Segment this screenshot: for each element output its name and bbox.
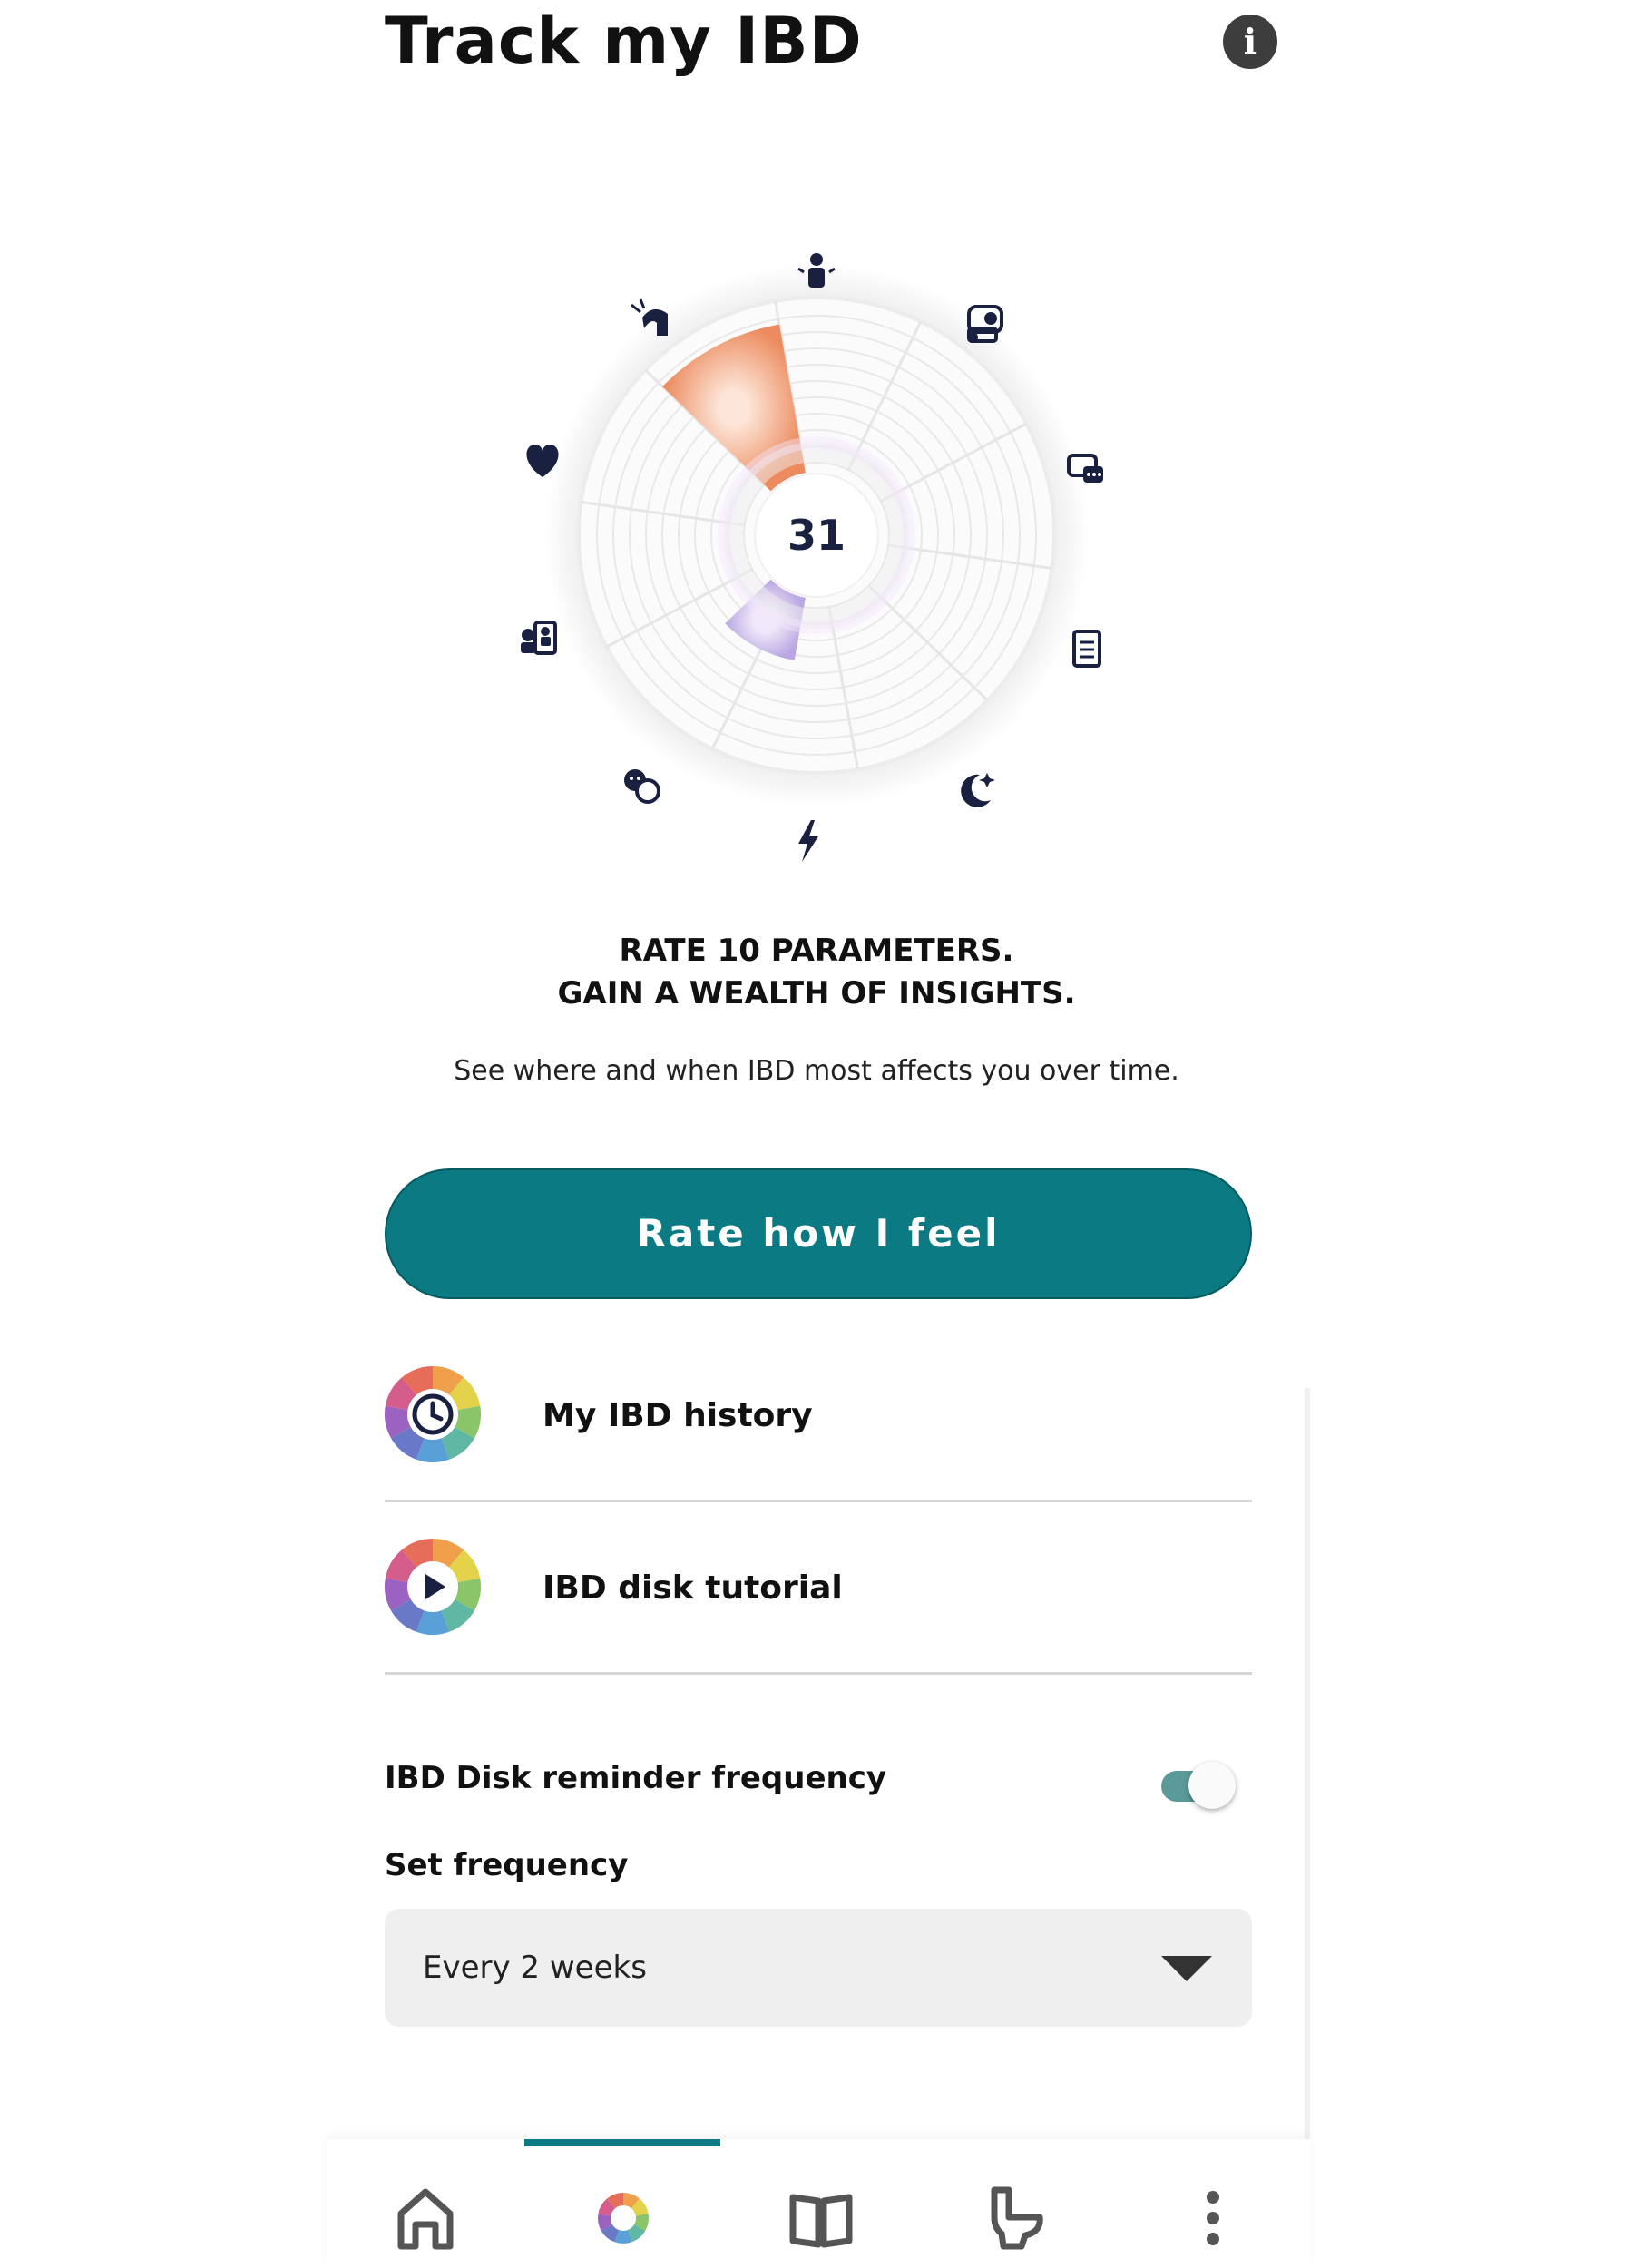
chat-icon[interactable] bbox=[1067, 454, 1103, 483]
energy-bolt-icon[interactable] bbox=[798, 820, 818, 862]
scrollbar-track bbox=[1305, 1388, 1310, 2141]
toilet-icon[interactable] bbox=[976, 2177, 1058, 2259]
intro-line-1: RATE 10 PARAMETERS. bbox=[619, 933, 1014, 969]
history-clock-icon bbox=[385, 1366, 481, 1462]
heart-icon[interactable] bbox=[526, 445, 559, 477]
tutorial-play-icon bbox=[385, 1539, 481, 1635]
sleep-moon-icon[interactable] bbox=[961, 773, 995, 807]
person-work-icon[interactable] bbox=[797, 253, 836, 288]
document-icon[interactable] bbox=[1072, 630, 1101, 668]
set-frequency-label: Set frequency bbox=[385, 1847, 629, 1883]
rate-how-i-feel-button[interactable]: Rate how I feel bbox=[385, 1168, 1252, 1299]
stress-faces-icon[interactable] bbox=[624, 769, 660, 804]
chevron-down-icon bbox=[1161, 1956, 1212, 1981]
more-icon[interactable] bbox=[1172, 2177, 1254, 2259]
reminder-toggle[interactable] bbox=[1159, 1760, 1237, 1811]
ibd-disk-tutorial-label: IBD disk tutorial bbox=[543, 1569, 843, 1607]
interpersonal-icon[interactable] bbox=[521, 621, 557, 655]
toilet-roll-icon[interactable] bbox=[967, 305, 1003, 343]
nav-active-indicator bbox=[524, 2139, 720, 2146]
ibd-disk-tutorial-row[interactable]: IBD disk tutorial bbox=[385, 1502, 1252, 1675]
ibd-disk-icon[interactable] bbox=[582, 2177, 664, 2259]
parameter-icons bbox=[521, 253, 1103, 862]
intro-subtitle: See where and when IBD most affects you … bbox=[454, 1055, 1179, 1087]
home-icon[interactable] bbox=[385, 2177, 466, 2259]
my-ibd-history-label: My IBD history bbox=[543, 1397, 813, 1434]
intro-line-2: GAIN A WEALTH OF INSIGHTS. bbox=[557, 975, 1076, 1012]
joint-pain-icon[interactable] bbox=[631, 298, 668, 336]
my-ibd-history-row[interactable]: My IBD history bbox=[385, 1330, 1252, 1502]
frequency-select-value: Every 2 weeks bbox=[423, 1950, 647, 1986]
reminder-frequency-label: IBD Disk reminder frequency bbox=[385, 1760, 887, 1796]
book-icon[interactable] bbox=[780, 2177, 862, 2259]
frequency-select[interactable]: Every 2 weeks bbox=[385, 1909, 1252, 2027]
